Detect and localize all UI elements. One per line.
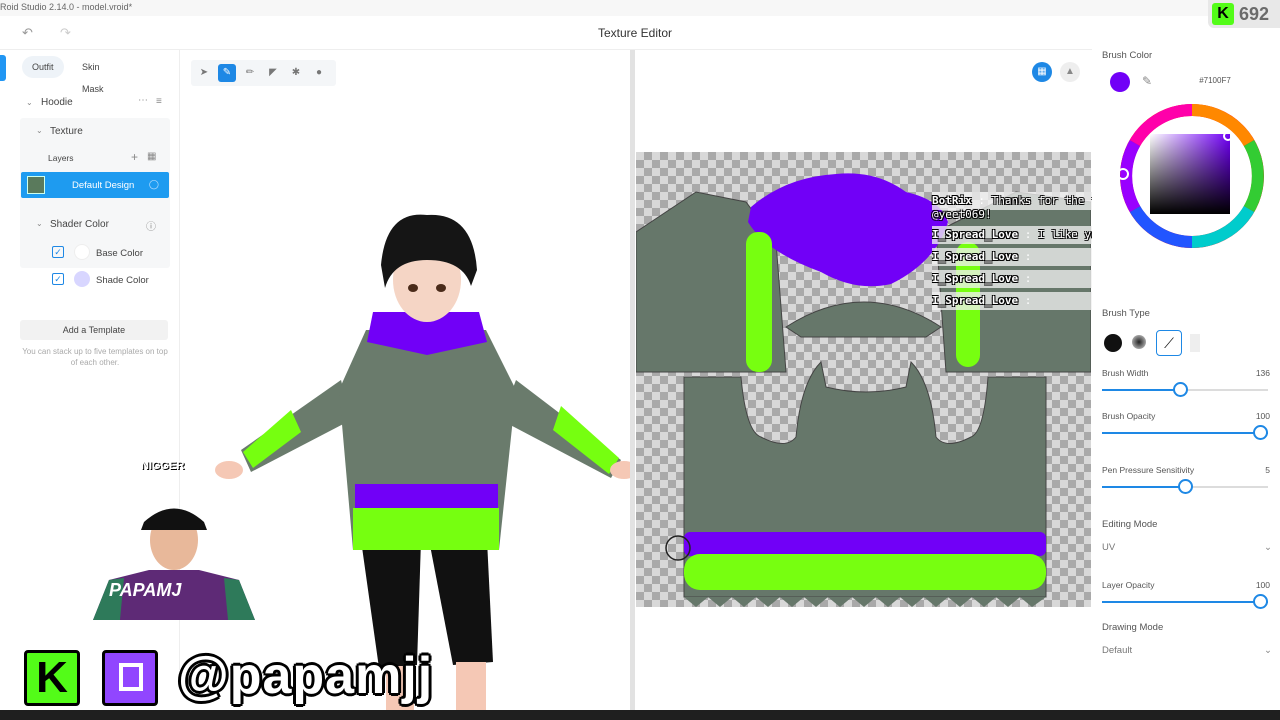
tab-skin-mask[interactable]: Skin Mask <box>72 56 114 94</box>
editing-mode-value: UV <box>1102 542 1116 553</box>
brush-color-label: Brush Color <box>1102 50 1153 61</box>
eyedropper-icon[interactable]: ✎ <box>1142 74 1152 88</box>
pen-pressure-value[interactable]: 5 <box>1265 465 1270 475</box>
drawing-mode-label: Drawing Mode <box>1102 622 1164 633</box>
brush-texture-icon[interactable] <box>1190 334 1200 352</box>
help-icon[interactable]: ⓘ <box>146 218 156 233</box>
more-icon[interactable]: ⋯ <box>138 95 148 106</box>
pen-pressure-slider[interactable] <box>1102 479 1268 494</box>
visibility-icon[interactable]: ◯ <box>149 179 159 190</box>
brush-color-hex[interactable]: #7100F7 <box>1156 74 1274 88</box>
shader-color-label: Shader Color <box>50 219 109 230</box>
texture-label: Texture <box>50 126 83 137</box>
layer-thumbnail <box>27 176 45 194</box>
viewer-count-badge: K 692 <box>1208 0 1280 28</box>
base-color-label: Base Color <box>96 248 143 259</box>
pen-pressure-label: Pen Pressure Sensitivity <box>1102 465 1195 475</box>
tab-outfit[interactable]: Outfit <box>22 56 64 78</box>
settings-sliders-icon[interactable]: ≡ <box>156 96 162 107</box>
brush-opacity-slider[interactable] <box>1102 425 1268 440</box>
twitch-glyph <box>119 663 143 691</box>
shade-color-swatch[interactable] <box>74 271 90 287</box>
slider-fill <box>1102 432 1268 434</box>
add-template-button[interactable]: Add a Template <box>20 320 168 340</box>
slider-thumb[interactable] <box>1253 594 1268 609</box>
twitch-logo-icon <box>102 650 158 706</box>
slider-thumb[interactable] <box>1253 425 1268 440</box>
brush-type-label: Brush Type <box>1102 308 1150 319</box>
add-layer-icon[interactable]: + <box>131 150 138 164</box>
drawing-mode-select[interactable]: Default ⌄ <box>1102 640 1278 662</box>
layer-opacity-value[interactable]: 100 <box>1256 580 1270 590</box>
brush-color-swatch[interactable] <box>1110 72 1130 92</box>
shade-color-label: Shade Color <box>96 275 149 286</box>
editing-mode-label: Editing Mode <box>1102 519 1158 530</box>
model-view-icon[interactable]: ▲ <box>1060 62 1080 82</box>
slider-fill <box>1102 486 1185 488</box>
image-icon[interactable]: ▦ <box>147 151 156 162</box>
brush-width-slider[interactable] <box>1102 382 1268 397</box>
brush-opacity-value[interactable]: 100 <box>1256 411 1270 421</box>
slider-fill <box>1102 389 1180 391</box>
window-title: Roid Studio 2.14.0 - model.vroid* <box>0 2 133 12</box>
chat-text: @yeet069! <box>932 208 992 221</box>
brush-hard-icon[interactable] <box>1104 334 1122 352</box>
layers-label: Layers <box>48 153 74 163</box>
chat-user: I_Spread_Love <box>932 294 1019 307</box>
layer-opacity-slider[interactable] <box>1102 594 1268 609</box>
hoodie-item[interactable]: Hoodie <box>41 97 73 108</box>
base-color-checkbox[interactable]: ✓ <box>52 246 64 258</box>
shirt-text: PAPAMJ <box>109 580 182 600</box>
brush-soft-icon[interactable] <box>1132 335 1146 349</box>
shade-color-checkbox[interactable]: ✓ <box>52 273 64 285</box>
viewer-count: 692 <box>1239 4 1270 24</box>
model-viewport[interactable]: ➤ ✎ ✏ ◤ ✱ ● NIGGER PAPAMJ <box>93 50 630 710</box>
editing-mode-select[interactable]: UV ⌄ <box>1102 537 1278 559</box>
slider-thumb[interactable] <box>1178 479 1193 494</box>
brush-pen-icon[interactable]: ⟋ <box>1156 330 1182 356</box>
brush-width-label: Brush Width <box>1102 368 1149 378</box>
chat-user: I_Spread_Love <box>932 272 1019 285</box>
chat-user: I_Spread_Love <box>932 250 1019 263</box>
layer-opacity-label: Layer Opacity <box>1102 580 1155 590</box>
taskbar <box>0 710 1280 720</box>
editor-title: Texture Editor <box>597 26 673 40</box>
layer-default-design[interactable]: Default Design ◯ <box>21 172 169 198</box>
chevron-down-icon[interactable]: ⌄ <box>36 219 43 228</box>
uv-view-icon[interactable]: ▦ <box>1032 62 1052 82</box>
panel-accent <box>0 55 6 81</box>
streamer-handle: @papamjj <box>178 647 434 705</box>
layer-name: Default Design <box>72 180 135 191</box>
drawing-mode-value: Default <box>1102 645 1133 656</box>
app-window: Roid Studio 2.14.0 - model.vroid* ↶ ↷ Te… <box>0 0 1280 720</box>
chevron-down-icon: ⌄ <box>1264 645 1272 656</box>
slider-fill <box>1102 601 1268 603</box>
slider-thumb[interactable] <box>1173 382 1188 397</box>
chat-user: I_Spread_Love <box>932 228 1019 241</box>
cap-text: NIGGER <box>141 460 185 472</box>
template-note: You can stack up to five templates on to… <box>22 347 168 367</box>
base-color-swatch[interactable] <box>74 244 90 260</box>
brush-opacity-label: Brush Opacity <box>1102 411 1156 421</box>
texture-view: ▦ ▲ <box>635 50 1091 710</box>
right-panel: Brush Color ✎ #7100F7 Brush Type ⟋ Brush… <box>1092 44 1280 674</box>
chevron-down-icon[interactable]: ⌄ <box>36 126 43 135</box>
title-bar: Roid Studio 2.14.0 - model.vroid* <box>0 0 1280 16</box>
kick-logo-icon: K <box>24 650 80 706</box>
kick-logo-icon: K <box>1212 3 1234 25</box>
chevron-down-icon[interactable]: ⌄ <box>26 98 33 107</box>
brush-width-value[interactable]: 136 <box>1256 368 1270 378</box>
color-wheel[interactable] <box>1112 96 1272 256</box>
app-bar: ↶ ↷ Texture Editor <box>0 16 1280 50</box>
chevron-down-icon: ⌄ <box>1264 542 1272 553</box>
